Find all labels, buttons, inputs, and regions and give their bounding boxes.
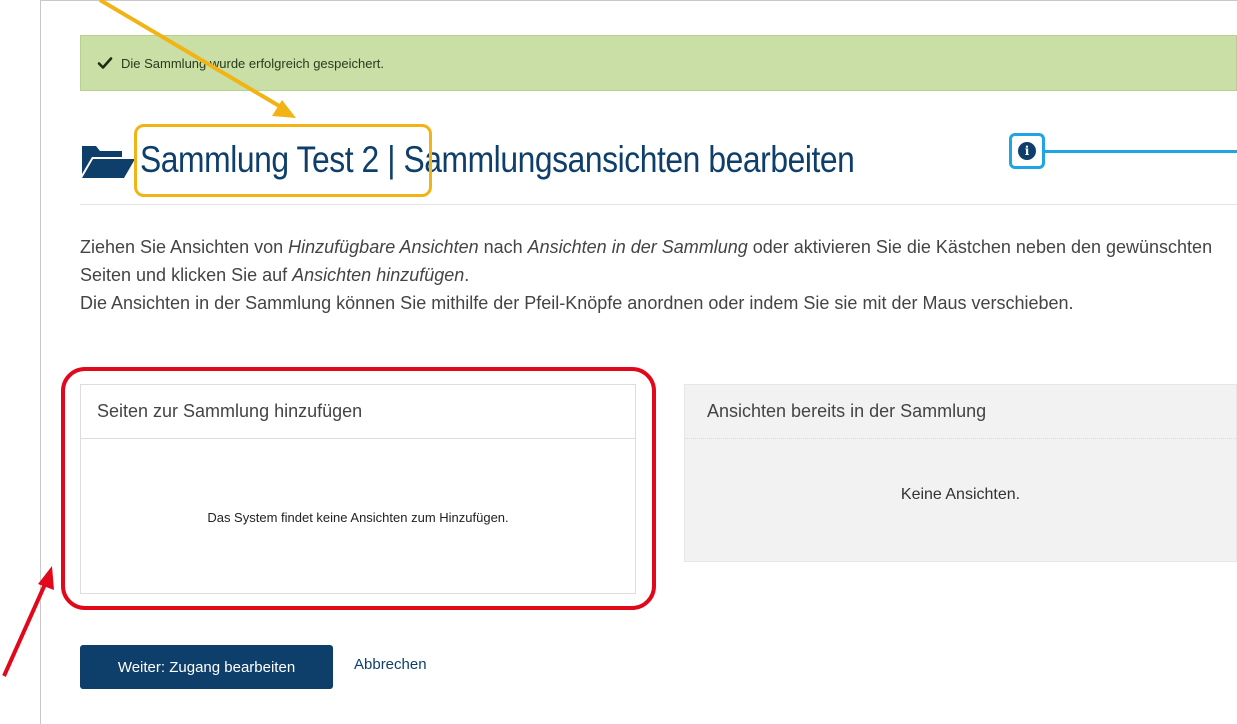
cancel-link[interactable]: Abbrechen (354, 656, 427, 673)
instructions-line-1: Ziehen Sie Ansichten von Hinzufügbare An… (80, 237, 1213, 285)
next-edit-access-button[interactable]: Weiter: Zugang bearbeiten (80, 645, 333, 689)
existing-views-heading: Ansichten bereits in der Sammlung (685, 385, 1236, 439)
page-title-text: Sammlungsansichten bearbeiten (403, 139, 855, 180)
collection-name-highlight (134, 124, 432, 197)
instructions: Ziehen Sie Ansichten von Hinzufügbare An… (80, 233, 1237, 317)
divider (80, 204, 1237, 205)
info-pointer-line (1045, 150, 1237, 153)
folder-open-icon (82, 146, 135, 178)
existing-views-panel: Ansichten bereits in der Sammlung Keine … (684, 384, 1237, 562)
existing-views-empty-text: Keine Ansichten. (900, 486, 1021, 503)
info-highlight: i (1009, 133, 1045, 169)
red-arrow-annotation (2, 566, 54, 677)
info-icon[interactable]: i (1018, 142, 1036, 160)
add-pages-highlight (61, 367, 656, 610)
yellow-arrow-annotation (98, 0, 296, 118)
instructions-line-2: Die Ansichten in der Sammlung können Sie… (80, 293, 1074, 313)
